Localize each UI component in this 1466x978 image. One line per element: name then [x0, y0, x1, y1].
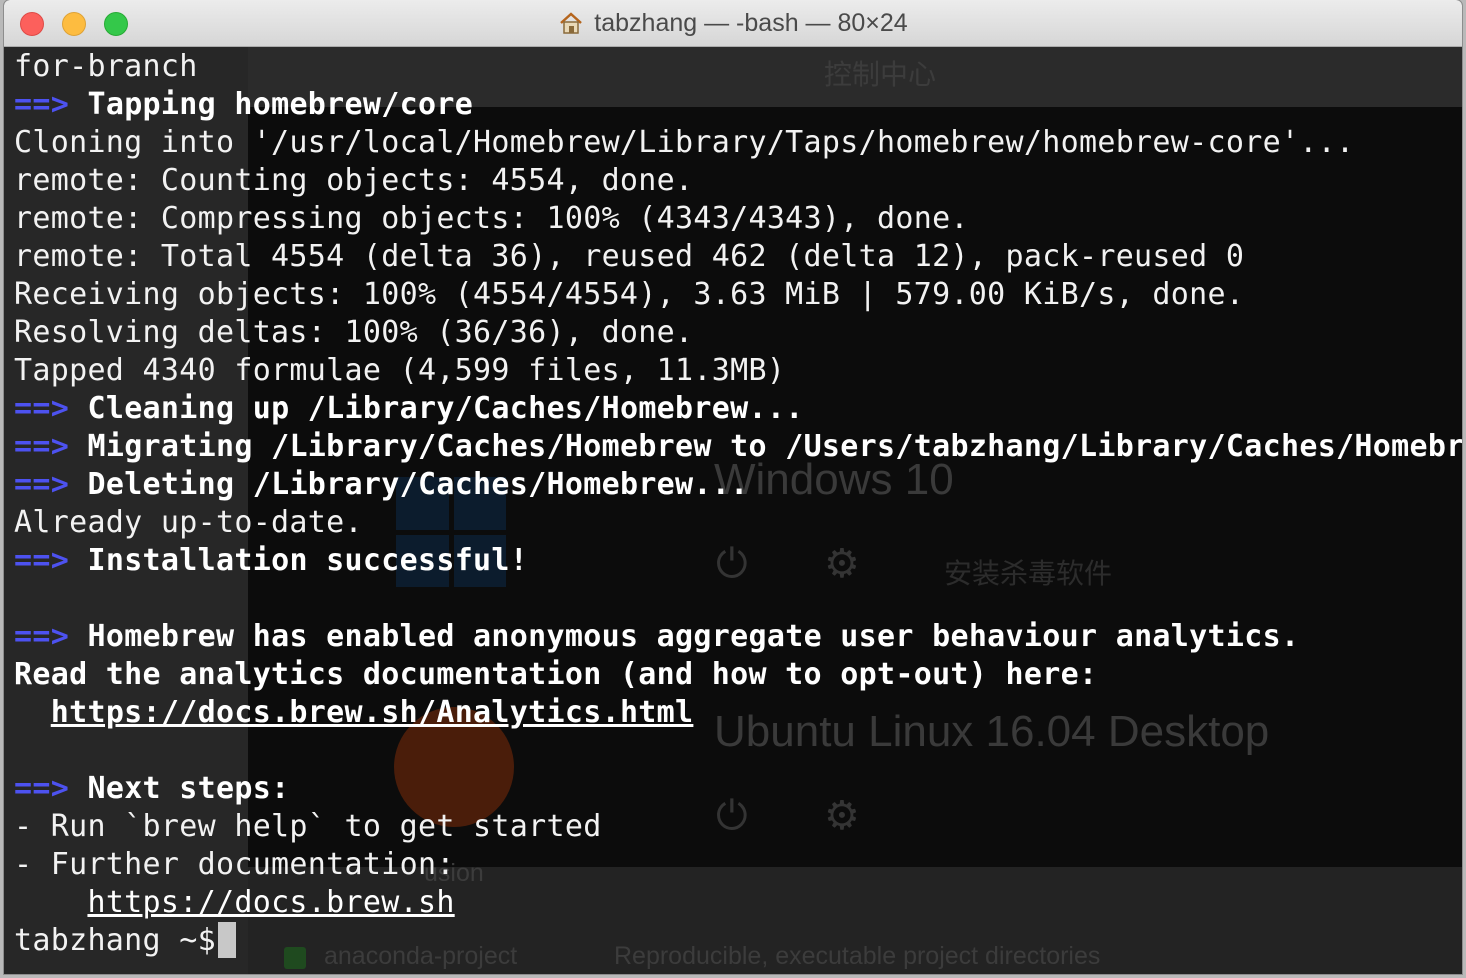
- terminal-line: Resolving deltas: 100% (36/36), done.: [14, 315, 694, 350]
- window-title-text: tabzhang — -bash — 80×24: [594, 8, 908, 37]
- close-button[interactable]: [20, 12, 44, 36]
- terminal-line: Read the analytics documentation (and ho…: [14, 657, 1098, 692]
- arrow-marker: ==>: [14, 771, 70, 806]
- terminal-line: for-branch: [14, 49, 198, 84]
- terminal-line: remote: Counting objects: 4554, done.: [14, 163, 694, 198]
- terminal-line: ==> Migrating /Library/Caches/Homebrew t…: [14, 428, 1462, 466]
- terminal-heading: Installation successful!: [87, 543, 529, 578]
- terminal-line: https://docs.brew.sh: [14, 884, 1462, 922]
- terminal-line: remote: Total 4554 (delta 36), reused 46…: [14, 239, 1245, 274]
- arrow-marker: ==>: [14, 543, 70, 578]
- arrow-marker: ==>: [14, 87, 70, 122]
- arrow-marker: ==>: [14, 429, 70, 464]
- terminal-heading: Deleting /Library/Caches/Homebrew...: [87, 467, 749, 502]
- terminal-heading: Homebrew has enabled anonymous aggregate…: [87, 619, 1300, 654]
- minimize-button[interactable]: [62, 12, 86, 36]
- house-icon: [560, 12, 583, 34]
- analytics-link[interactable]: https://docs.brew.sh/Analytics.html: [51, 695, 694, 730]
- terminal-line: Cloning into '/usr/local/Homebrew/Librar…: [14, 125, 1355, 160]
- terminal-heading: Migrating /Library/Caches/Homebrew to /U…: [87, 429, 1462, 464]
- text-cursor: [217, 922, 236, 958]
- terminal-line: - Run `brew help` to get started: [14, 809, 602, 844]
- terminal-line: ==> Installation successful!: [14, 542, 1462, 580]
- terminal-heading: Next steps:: [87, 771, 290, 806]
- zoom-button[interactable]: [104, 12, 128, 36]
- terminal-line: ==> Next steps:: [14, 770, 1462, 808]
- arrow-marker: ==>: [14, 467, 70, 502]
- arrow-marker: ==>: [14, 391, 70, 426]
- terminal-output[interactable]: for-branch ==> Tapping homebrew/core Clo…: [14, 48, 1462, 974]
- window-title: tabzhang — -bash — 80×24: [558, 8, 908, 38]
- terminal-prompt-line[interactable]: tabzhang ~$: [14, 922, 1462, 960]
- terminal-line: - Further documentation:: [14, 847, 455, 882]
- window-controls: [20, 12, 128, 36]
- docs-link[interactable]: https://docs.brew.sh: [87, 885, 454, 920]
- terminal-line: https://docs.brew.sh/Analytics.html: [14, 694, 1462, 732]
- shell-prompt: tabzhang ~$: [14, 923, 216, 958]
- arrow-marker: ==>: [14, 619, 70, 654]
- terminal-heading: Cleaning up /Library/Caches/Homebrew...: [87, 391, 804, 426]
- terminal-line: ==> Deleting /Library/Caches/Homebrew...: [14, 466, 1462, 504]
- terminal-line: ==> Homebrew has enabled anonymous aggre…: [14, 618, 1462, 656]
- terminal-line: Already up-to-date.: [14, 505, 363, 540]
- terminal-line: Receiving objects: 100% (4554/4554), 3.6…: [14, 277, 1245, 312]
- terminal-heading: Tapping homebrew/core: [87, 87, 474, 122]
- terminal-line: Tapped 4340 formulae (4,599 files, 11.3M…: [14, 353, 786, 388]
- terminal-line: ==> Tapping homebrew/core: [14, 86, 1462, 124]
- terminal-line: remote: Compressing objects: 100% (4343/…: [14, 201, 969, 236]
- terminal-line: ==> Cleaning up /Library/Caches/Homebrew…: [14, 390, 1462, 428]
- terminal-window: tabzhang — -bash — 80×24 控制中心 Windows 10…: [4, 0, 1462, 974]
- title-bar[interactable]: tabzhang — -bash — 80×24: [4, 0, 1462, 47]
